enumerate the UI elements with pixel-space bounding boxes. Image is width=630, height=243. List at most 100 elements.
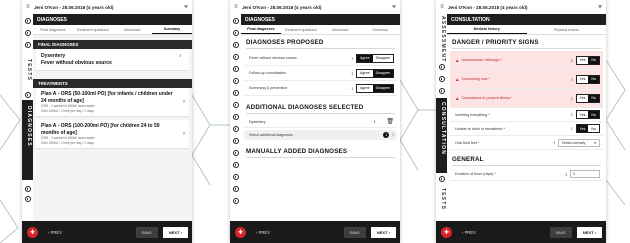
- step-dot[interactable]: [24, 42, 31, 48]
- next-button[interactable]: NEXT ›: [370, 226, 396, 238]
- info-icon[interactable]: ℹ: [571, 126, 573, 131]
- step-dot[interactable]: [24, 92, 31, 98]
- step-dot[interactable]: [232, 102, 239, 108]
- tab-treatment-questions[interactable]: Treatment questions: [73, 28, 113, 32]
- info-icon[interactable]: ℹ: [571, 58, 573, 63]
- patient-title: Jeni O'Kon - 28.06.2018 (4 years old): [448, 4, 528, 10]
- wifi-icon: ᯤ: [183, 4, 189, 10]
- step-dot[interactable]: [232, 162, 239, 168]
- tab-final-diagnoses[interactable]: Final diagnoses: [33, 28, 73, 32]
- tab-final-diagnoses[interactable]: Final diagnoses: [241, 25, 281, 34]
- trash-icon[interactable]: 🗑: [386, 118, 394, 125]
- step-dot[interactable]: [438, 64, 445, 70]
- agree-toggle: Agree Disagree: [356, 53, 394, 63]
- app-logo-icon[interactable]: ✚: [27, 226, 38, 238]
- rail-label-consultation: CONSULTATION: [440, 102, 446, 156]
- step-dot[interactable]: [232, 150, 239, 156]
- step-dot[interactable]: [232, 174, 239, 180]
- next-button[interactable]: NEXT ›: [576, 226, 602, 238]
- info-icon[interactable]: ℹ: [571, 112, 573, 117]
- info-icon[interactable]: ℹ: [351, 56, 353, 61]
- step-dot[interactable]: [232, 90, 239, 96]
- disagree-button[interactable]: Disagree: [372, 84, 393, 92]
- no-button[interactable]: No: [588, 125, 599, 132]
- no-button[interactable]: No: [588, 94, 599, 102]
- additional-diagnosis-row: Dysentery ℹ 🗑: [244, 116, 397, 128]
- diagnoses-final-content: DIAGNOSES Final diagnoses Treatment ques…: [241, 14, 400, 221]
- step-dot[interactable]: [232, 18, 239, 24]
- step-dot[interactable]: [24, 18, 31, 24]
- step-dot[interactable]: [232, 42, 239, 48]
- agree-button[interactable]: Agree: [357, 54, 373, 62]
- step-dot[interactable]: [438, 76, 445, 82]
- yes-no-toggle: Yes No: [575, 93, 600, 103]
- info-icon[interactable]: ℹ: [571, 77, 573, 82]
- info-icon[interactable]: ℹ: [374, 119, 376, 124]
- step-dot[interactable]: [24, 196, 31, 202]
- menu-icon[interactable]: ≡: [436, 4, 448, 10]
- yes-button[interactable]: Yes: [576, 94, 589, 102]
- save-button[interactable]: SAVE: [135, 226, 158, 238]
- yes-button[interactable]: Yes: [576, 56, 589, 64]
- info-icon[interactable]: ℹ: [571, 96, 573, 101]
- no-button[interactable]: No: [588, 111, 599, 118]
- step-dot[interactable]: [24, 186, 31, 192]
- final-diagnoses-header: FINAL DIAGNOSES: [33, 40, 192, 49]
- tab-medicines[interactable]: Medicines: [321, 28, 361, 32]
- select-additional-diagnoses[interactable]: Select additional diagnoses 1 ›: [244, 130, 397, 140]
- treatment-item[interactable]: Plan A - ORS (50-100ml PO) [for infants …: [36, 88, 189, 117]
- info-icon[interactable]: ℹ: [179, 53, 181, 58]
- app-logo-icon[interactable]: ✚: [441, 226, 452, 238]
- tab-treatment-questions[interactable]: Treatment questions: [281, 28, 321, 32]
- save-button[interactable]: SAVE: [343, 226, 366, 238]
- no-button[interactable]: No: [588, 56, 599, 64]
- step-dot[interactable]: [232, 30, 239, 36]
- next-button[interactable]: NEXT ›: [162, 226, 188, 238]
- tab-summary[interactable]: Summary: [360, 28, 400, 32]
- yes-button[interactable]: Yes: [576, 125, 589, 132]
- menu-icon[interactable]: ≡: [230, 4, 242, 10]
- step-dot[interactable]: [232, 186, 239, 192]
- info-icon[interactable]: ℹ: [553, 140, 555, 145]
- prev-button[interactable]: ‹ PREV: [256, 230, 270, 235]
- step-dot[interactable]: [232, 138, 239, 144]
- diagnoses-proposed-title: DIAGNOSES PROPOSED: [241, 35, 400, 48]
- step-dot[interactable]: [232, 66, 239, 72]
- tab-medical-history[interactable]: Medical history: [447, 25, 527, 34]
- prev-button[interactable]: ‹ PREV: [48, 230, 62, 235]
- agree-button[interactable]: Agree: [357, 69, 373, 77]
- tab-physical-exams[interactable]: Physical exams: [527, 28, 607, 32]
- save-button[interactable]: SAVE: [549, 226, 572, 238]
- tab-medicines[interactable]: Medicines: [113, 28, 153, 32]
- step-dot[interactable]: [438, 176, 445, 182]
- chevron-right-icon: ›: [183, 99, 185, 105]
- yes-button[interactable]: Yes: [576, 75, 589, 83]
- menu-icon[interactable]: ≡: [22, 4, 34, 10]
- bottom-navigation: ✚ ‹ PREV SAVE NEXT ›: [230, 221, 400, 243]
- app-logo-icon[interactable]: ✚: [235, 226, 246, 238]
- step-dot[interactable]: [232, 78, 239, 84]
- selected-count-badge: 1: [383, 132, 390, 138]
- step-dot[interactable]: [438, 88, 445, 94]
- oral-fluid-dropdown[interactable]: Drinks normally ▾: [558, 138, 600, 147]
- treatment-item[interactable]: Plan A - ORS (100-200ml PO) [for childre…: [36, 120, 189, 149]
- step-dot[interactable]: [232, 114, 239, 120]
- disagree-button[interactable]: Disagree: [372, 69, 393, 77]
- yes-button[interactable]: Yes: [576, 111, 589, 118]
- warning-icon: ▲: [455, 57, 460, 63]
- consultation-tabs: Medical history Physical exams: [447, 25, 606, 35]
- step-dot[interactable]: [24, 30, 31, 36]
- agree-button[interactable]: Agree: [357, 84, 373, 92]
- no-button[interactable]: No: [588, 75, 599, 83]
- tab-summary[interactable]: Summary: [152, 25, 192, 34]
- step-dot[interactable]: [232, 126, 239, 132]
- fever-duration-input[interactable]: 2: [570, 170, 600, 178]
- step-dot[interactable]: [232, 198, 239, 204]
- info-icon[interactable]: ℹ: [351, 86, 353, 91]
- disagree-button[interactable]: Disagree: [372, 54, 393, 62]
- prev-button[interactable]: ‹ PREV: [462, 230, 476, 235]
- info-icon[interactable]: ℹ: [351, 71, 353, 76]
- phone-screen-diagnoses-summary: ≡ Jeni O'Kon - 28.06.2018 (4 years old) …: [22, 0, 192, 243]
- step-dot[interactable]: [232, 54, 239, 60]
- info-icon[interactable]: ℹ: [565, 172, 567, 177]
